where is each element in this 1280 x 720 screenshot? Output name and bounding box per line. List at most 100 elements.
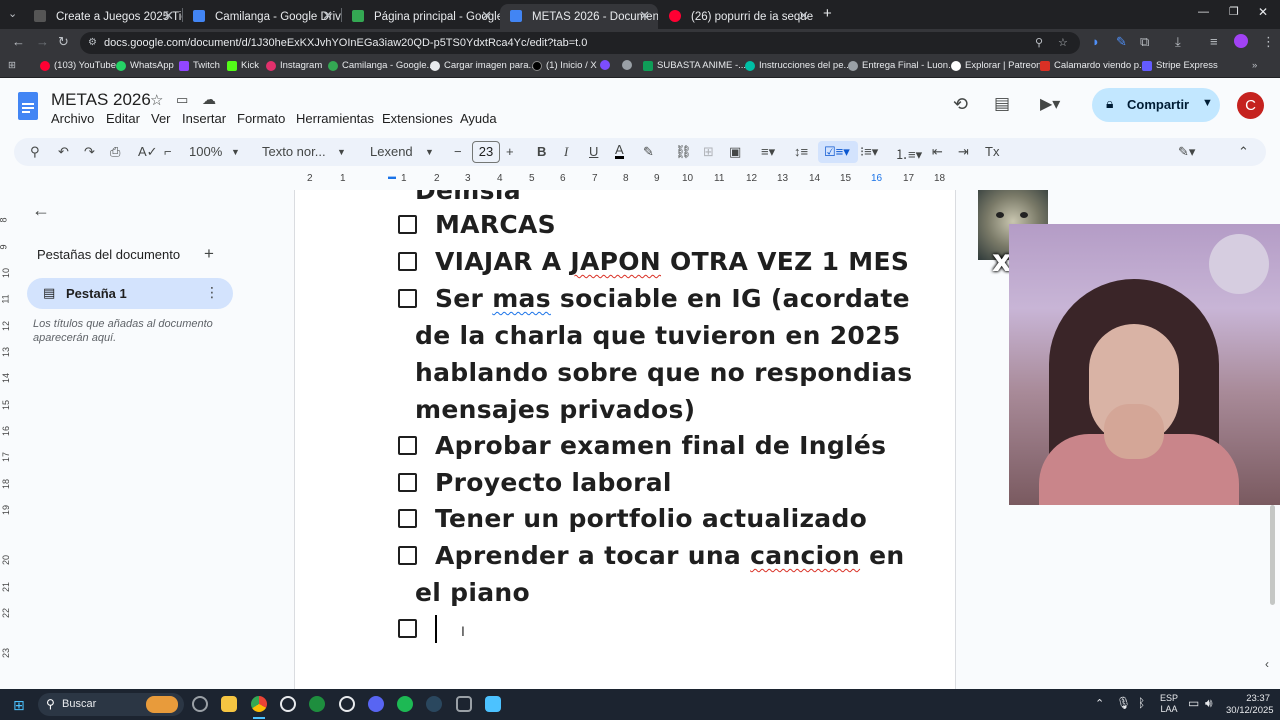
app-icon[interactable] — [192, 696, 208, 712]
checklist-checkbox[interactable] — [398, 509, 417, 528]
extension-icon[interactable]: ◗ — [1092, 34, 1100, 49]
language-indicator[interactable]: ESP LAA — [1160, 693, 1178, 715]
bookmark-whatsapp[interactable]: WhatsApp — [116, 60, 174, 71]
bookmark-x[interactable]: (1) Inicio / X — [532, 60, 597, 71]
notepad-icon[interactable] — [485, 696, 501, 712]
menu-kebab-icon[interactable]: ⋮ — [1262, 34, 1275, 50]
reload-icon[interactable]: ↻ — [58, 34, 69, 50]
network-icon[interactable]: ▭ — [1188, 696, 1199, 710]
document-page[interactable]: Demsia MARCAS VIAJAR A JAPON OTRA VEZ 1 … — [294, 190, 956, 690]
close-icon[interactable]: ✕ — [163, 8, 174, 24]
checklist-checkbox[interactable] — [398, 619, 417, 638]
checklist-checkbox[interactable] — [398, 252, 417, 271]
align-icon[interactable]: ≡▾ — [761, 144, 775, 160]
paint-format-icon[interactable]: ⌐ — [164, 144, 172, 159]
extensions-puzzle-icon[interactable]: ⧉ — [1140, 34, 1149, 50]
share-button[interactable]: 🔒︎ Compartir ▼ — [1092, 88, 1220, 122]
redo-icon[interactable]: ↷ — [84, 144, 95, 160]
reading-list-icon[interactable]: ≡ — [1210, 34, 1218, 49]
editing-mode-icon[interactable]: ✎▾ — [1178, 144, 1195, 160]
checklist-checkbox[interactable] — [398, 473, 417, 492]
chrome-icon[interactable] — [251, 696, 267, 712]
tab-options-icon[interactable]: ⋮ — [205, 284, 219, 301]
checklist-checkbox[interactable] — [398, 436, 417, 455]
menu-insertar[interactable]: Insertar — [182, 111, 226, 126]
zoom-icon[interactable]: ⚲ — [1035, 32, 1043, 54]
checklist-checkbox[interactable] — [398, 546, 417, 565]
add-tab-icon[interactable]: + — [204, 244, 214, 264]
app-icon[interactable] — [456, 696, 472, 712]
gamepad-icon[interactable] — [309, 696, 325, 712]
address-bar[interactable]: ⚙ docs.google.com/document/d/1J30heExKXJ… — [80, 32, 1080, 54]
account-avatar[interactable]: C — [1237, 92, 1264, 119]
bookmark-purple[interactable] — [600, 60, 610, 70]
print-icon[interactable]: ⎙ — [110, 144, 120, 160]
menu-formato[interactable]: Formato — [237, 111, 285, 126]
clear-formatting-icon[interactable]: Tx — [985, 144, 999, 159]
microphone-icon[interactable]: 🎙︎ — [1116, 696, 1131, 710]
left-indent-marker-icon[interactable]: ▬ — [388, 172, 396, 181]
bold-icon[interactable]: B — [537, 144, 546, 159]
bookmark-instagram[interactable]: Instagram — [266, 60, 322, 71]
close-icon[interactable]: ✕ — [639, 8, 650, 24]
version-history-icon[interactable]: ⟲ — [953, 94, 968, 115]
insert-link-icon[interactable]: ⛓ — [675, 144, 692, 160]
docs-logo-icon[interactable] — [18, 92, 38, 120]
checklist-checkbox[interactable] — [398, 215, 417, 234]
bookmark-patreon[interactable]: Explorar | Patreon — [951, 60, 1041, 71]
minimize-icon[interactable]: — — [1198, 6, 1209, 18]
apps-grid-icon[interactable]: ⊞ — [8, 60, 16, 71]
font-select[interactable]: Lexend — [370, 144, 413, 159]
cloud-saved-icon[interactable]: ☁ — [202, 91, 216, 108]
font-size-input[interactable]: 23 — [472, 141, 500, 163]
italic-icon[interactable]: I — [564, 144, 568, 160]
text-color-icon[interactable]: A — [615, 143, 624, 159]
bookmark-star-icon[interactable]: ☆ — [1058, 32, 1068, 54]
clock[interactable]: 23:37 30/12/2025 — [1226, 693, 1274, 717]
forward-icon[interactable]: → — [36, 34, 49, 49]
bookmark-cargar-imagen[interactable]: Cargar imagen para... — [430, 60, 536, 71]
meet-icon[interactable]: ▶▾ — [1040, 94, 1060, 114]
explore-icon[interactable]: ‹ — [1265, 657, 1269, 671]
checklist-checkbox[interactable] — [398, 289, 417, 308]
search-menus-icon[interactable]: ⚲ — [30, 144, 40, 160]
document-title[interactable]: METAS 2026 — [51, 90, 151, 110]
menu-archivo[interactable]: Archivo — [51, 111, 94, 126]
menu-herramientas[interactable]: Herramientas — [296, 111, 374, 126]
bookmark-twitch[interactable]: Twitch — [179, 60, 220, 71]
share-dropdown-icon[interactable]: ▼ — [1202, 97, 1213, 109]
spotify-icon[interactable] — [397, 696, 413, 712]
increase-indent-icon[interactable]: ⇥ — [958, 144, 969, 160]
close-icon[interactable]: ✕ — [322, 8, 333, 24]
discord-icon[interactable] — [368, 696, 384, 712]
tray-overflow-icon[interactable]: ⌃ — [1095, 697, 1104, 710]
menu-editar[interactable]: Editar — [106, 111, 140, 126]
back-icon[interactable]: ← — [12, 34, 25, 49]
move-folder-icon[interactable]: ▭ — [176, 92, 188, 108]
increase-font-icon[interactable]: + — [506, 144, 514, 159]
bookmark-youtube[interactable]: (103) YouTube — [40, 60, 116, 71]
bookmark-camilanga[interactable]: Camilanga - Google... — [328, 60, 434, 71]
add-comment-icon[interactable]: ⊞ — [703, 144, 714, 160]
decrease-font-icon[interactable]: − — [454, 144, 462, 159]
steam-icon[interactable] — [426, 696, 442, 712]
numbered-list-icon[interactable]: ⒈≡▾ — [895, 144, 922, 163]
bookmark-subasta[interactable]: SUBASTA ANIME -... — [643, 60, 746, 71]
decrease-indent-icon[interactable]: ⇤ — [932, 144, 943, 160]
browser-tab-drive[interactable]: Camilanga - Google Drive ✕ — [183, 4, 341, 29]
back-arrow-icon[interactable]: ← — [32, 200, 50, 221]
bookmark-calamardo[interactable]: Calamardo viendo p... — [1040, 60, 1147, 71]
vertical-scrollbar[interactable] — [1270, 505, 1275, 605]
extension-icon[interactable]: ✎ — [1116, 34, 1127, 50]
browser-tab-drive-home[interactable]: Página principal - Google Drive ✕ — [342, 4, 500, 29]
maximize-icon[interactable]: ❐ — [1229, 5, 1239, 18]
bookmark-instrucciones[interactable]: Instrucciones del pe... — [745, 60, 851, 71]
highlight-icon[interactable]: ✎ — [643, 144, 654, 160]
bookmark-stripe[interactable]: Stripe Express — [1142, 60, 1218, 71]
menu-ver[interactable]: Ver — [151, 111, 171, 126]
bookmark-entrega[interactable]: Entrega Final - Luon... — [848, 60, 956, 71]
insert-image-icon[interactable]: ▣ — [729, 144, 741, 160]
bulleted-list-icon[interactable]: ⁝≡▾ — [860, 144, 878, 160]
site-info-icon[interactable]: ⚙ — [88, 32, 97, 54]
bookmark-globe[interactable] — [622, 60, 632, 70]
